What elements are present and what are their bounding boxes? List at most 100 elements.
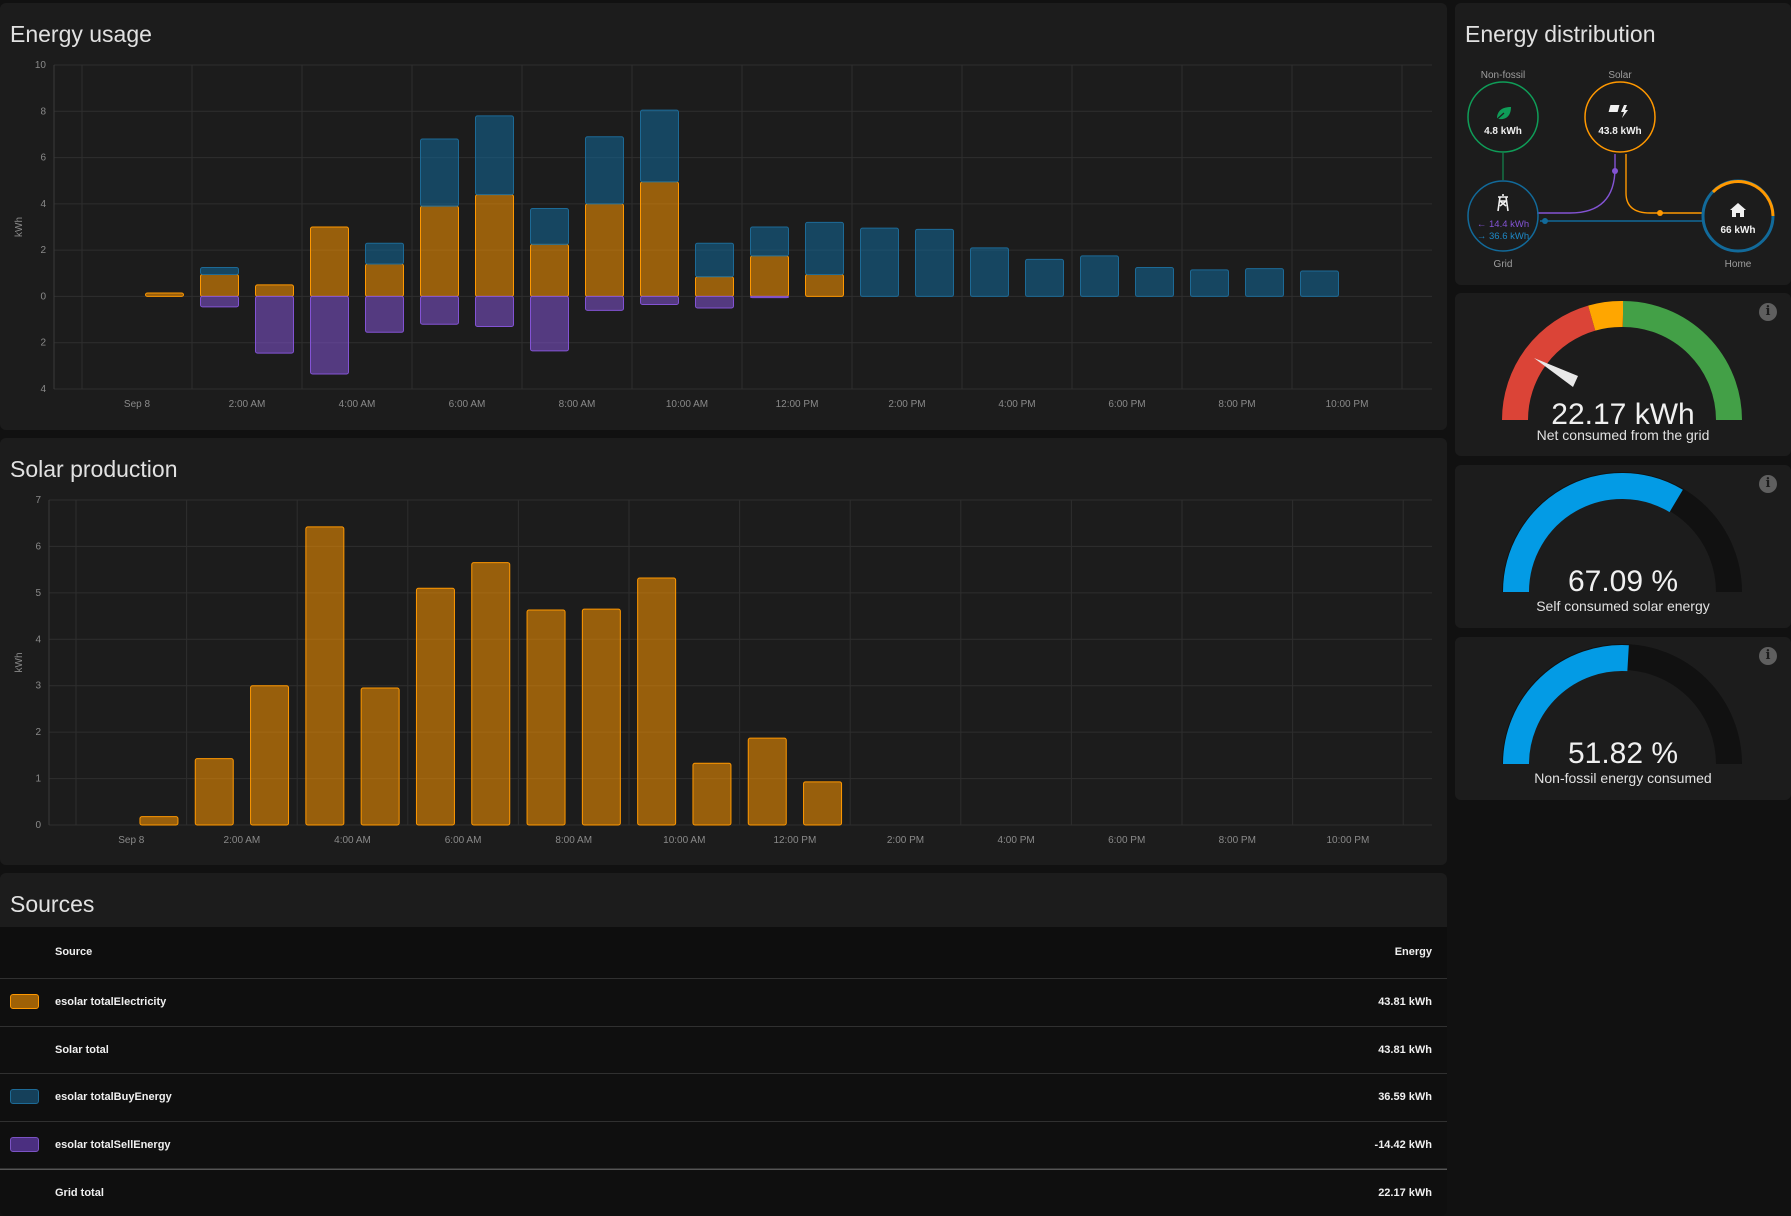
solar-bar xyxy=(200,273,239,297)
solar-production-bar xyxy=(471,562,511,826)
grid-return-bar xyxy=(640,295,679,306)
grid-return-bar xyxy=(695,295,734,309)
grid-consumption-bar xyxy=(475,115,514,196)
grid-label: Grid xyxy=(1494,259,1513,270)
y-tick-label: 6 xyxy=(40,153,46,164)
grid-consumption-bar xyxy=(1190,269,1229,297)
y-tick-label: 7 xyxy=(35,495,41,506)
solar-production-bar xyxy=(194,758,234,826)
solar-bar xyxy=(805,273,844,297)
table-row: Grid total 22.17 kWh xyxy=(0,1169,1447,1216)
grid-return-bar xyxy=(200,295,239,308)
solar-home-flow-dot xyxy=(1657,210,1663,216)
home-value: 66 kWh xyxy=(1720,225,1755,236)
energy-usage-card: Energy usage 10 8 6 4 2 0 2 4 Sep 8 2:00 AM 4:00 A… xyxy=(0,3,1447,430)
grid-consumption-bar xyxy=(695,242,734,278)
grid-consumption-bar xyxy=(915,228,954,297)
solar-bar xyxy=(530,243,569,297)
grid-return-value: ← 14.4 kWh xyxy=(1477,219,1529,230)
x-tick-label: 12:00 PM xyxy=(773,835,816,846)
solar-bar xyxy=(365,263,404,297)
energy-distribution-diagram: Non-fossil 4.8 kWh Solar 43.8 kWh ← 14.4… xyxy=(1467,70,1775,270)
grid-consumption-bar xyxy=(640,109,679,183)
energy-column-header: Energy xyxy=(1394,946,1432,958)
table-row: esolar totalBuyEnergy 36.59 kWh xyxy=(0,1074,1447,1122)
grid-buy-color-swatch xyxy=(10,1089,39,1104)
solar-circle[interactable] xyxy=(1584,81,1656,153)
solar-label: Solar xyxy=(1608,70,1632,81)
source-energy: -14.42 kWh xyxy=(1374,1138,1432,1151)
x-tick-label: 4:00 AM xyxy=(334,835,371,846)
grid-consumption-bar xyxy=(530,207,569,245)
x-tick-label: 8:00 AM xyxy=(555,835,592,846)
x-tick-label: 10:00 PM xyxy=(1326,835,1369,846)
sources-table: Source Energy esolar totalElectricity 43… xyxy=(0,927,1447,1216)
grid-sell-color-swatch xyxy=(10,1136,39,1152)
y-tick-label: 0 xyxy=(35,820,41,831)
y-tick-label: 2 xyxy=(35,727,41,738)
y-axis-unit-label: kWh xyxy=(14,653,25,673)
y-tick-label: 5 xyxy=(35,588,41,599)
solar-bar xyxy=(640,181,679,297)
table-header-row: Source Energy xyxy=(0,927,1447,979)
solar-production-bar xyxy=(360,687,400,826)
grid-return-bar xyxy=(365,295,404,333)
grid-consumption-bar xyxy=(1300,270,1339,297)
solar-color-swatch xyxy=(10,994,39,1009)
solar-grid-flow-dot xyxy=(1612,168,1618,174)
y-tick-label: 3 xyxy=(35,681,41,692)
solar-grid-flow xyxy=(1537,154,1616,214)
grid-return-bar xyxy=(750,295,789,299)
source-name: esolar totalSellEnergy xyxy=(55,1138,171,1151)
grid-consumption-bar xyxy=(1080,255,1119,297)
grid-consumption-bar xyxy=(1025,258,1064,297)
grid-consumption-bar xyxy=(860,227,899,297)
y-tick-label: 6 xyxy=(35,541,41,552)
table-row: esolar totalElectricity 43.81 kWh xyxy=(0,979,1447,1027)
solar-production-card: Solar production 7 6 5 4 3 2 1 0 Sep 8 2:00 AM 4:0… xyxy=(0,438,1447,865)
grid-consumption-value: → 36.6 kWh xyxy=(1477,231,1529,242)
x-tick-label: 4:00 PM xyxy=(997,835,1034,846)
grid-consumption-bar xyxy=(970,247,1009,297)
solar-production-bar xyxy=(637,577,677,826)
energy-distribution-card: Energy distribution Non-fossil 4.8 kWh S… xyxy=(1455,3,1791,285)
solar-value: 43.8 kWh xyxy=(1598,126,1641,137)
solar-bar xyxy=(750,255,789,297)
y-tick-label: 2 xyxy=(40,245,46,256)
grid-home-flow-dot xyxy=(1542,218,1548,224)
gauge-orange-segment xyxy=(1588,301,1624,331)
y-tick-label: 1 xyxy=(35,774,41,785)
x-tick-label: Sep 8 xyxy=(124,399,151,410)
solar-production-bar xyxy=(139,816,179,826)
y-tick-label: 4 xyxy=(40,384,46,395)
solar-bar xyxy=(420,205,459,297)
source-column-header: Source xyxy=(55,946,93,958)
source-energy: 36.59 kWh xyxy=(1378,1091,1432,1103)
y-tick-label: 0 xyxy=(40,291,46,302)
source-name: esolar totalElectricity xyxy=(55,996,167,1008)
self-consumed-gauge-card: i 67.09 % Self consumed solar energy xyxy=(1455,465,1791,628)
source-energy: 22.17 kWh xyxy=(1378,1187,1432,1199)
grid-consumption-bar xyxy=(585,136,624,205)
grid-return-bar xyxy=(420,295,459,325)
nonfossil-label: Non-fossil xyxy=(1481,70,1525,81)
x-tick-label: Sep 8 xyxy=(118,835,145,846)
source-energy: 43.81 kWh xyxy=(1378,1043,1432,1056)
solar-production-bar xyxy=(526,609,566,826)
grid-return-bar xyxy=(585,295,624,311)
grid-return-bar xyxy=(475,295,514,328)
solar-production-chart: 7 6 5 4 3 2 1 0 Sep 8 2:00 AM 4:00 AM 6:00 AM 8:00 A… xyxy=(14,495,1432,846)
home-icon xyxy=(1730,203,1746,217)
x-tick-label: 6:00 AM xyxy=(449,399,486,410)
x-tick-label: 10:00 AM xyxy=(666,399,708,410)
x-tick-label: 8:00 PM xyxy=(1218,399,1255,410)
sources-card: Sources Source Energy esolar totalElectr… xyxy=(0,873,1447,1216)
home-label: Home xyxy=(1725,259,1752,270)
solar-bar xyxy=(255,284,294,297)
y-tick-label: 10 xyxy=(35,60,47,71)
y-axis-unit-label: kWh xyxy=(14,217,25,237)
solar-production-bar xyxy=(692,762,732,826)
table-row: esolar totalSellEnergy -14.42 kWh xyxy=(0,1121,1447,1169)
solar-production-bar xyxy=(250,685,290,826)
grid-return-bar xyxy=(530,295,569,352)
